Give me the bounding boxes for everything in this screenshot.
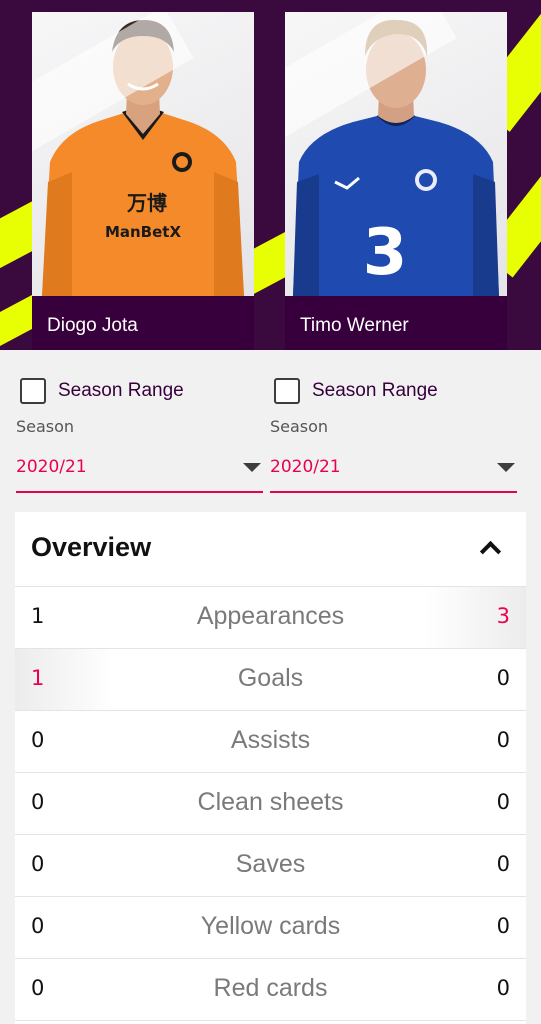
stat-label: Appearances xyxy=(196,602,345,630)
overview-title: Overview xyxy=(31,532,152,562)
season-filters: Season Range Season 2020/21 Season Range… xyxy=(0,375,541,495)
season-range-label: Season Range xyxy=(58,380,184,401)
stat-label: Clean sheets xyxy=(197,788,344,816)
overview-panel: Overview 1 Appearances 3 1 Goals 0 0 Ass… xyxy=(15,512,526,1024)
season-select[interactable]: 2020/21 xyxy=(16,455,263,493)
season-select-value: 2020/21 xyxy=(16,457,87,477)
player-card-right[interactable]: 3 Timo Werner xyxy=(285,12,507,350)
stat-right-value: 0 xyxy=(496,852,510,876)
player-photo: 万博 ManBetX xyxy=(32,12,254,296)
player-card-left[interactable]: 万博 ManBetX Diogo Jota xyxy=(32,12,254,350)
stat-right-value: 0 xyxy=(496,790,510,814)
sponsor-cn-text: 万博 xyxy=(126,191,167,215)
sponsor-text: 3 xyxy=(363,216,408,290)
season-range-checkbox[interactable] xyxy=(274,378,300,404)
chevron-down-icon xyxy=(243,463,261,472)
stat-row-goals: 1 Goals 0 xyxy=(15,649,526,711)
stat-row-appearances: 1 Appearances 3 xyxy=(15,587,526,649)
stat-row-clean-sheets: 0 Clean sheets 0 xyxy=(15,773,526,835)
chevron-up-icon[interactable] xyxy=(479,540,502,563)
player-compare-hero: 万博 ManBetX Diogo Jota 3 Timo Werner xyxy=(0,0,541,350)
player-photo: 3 xyxy=(285,12,507,296)
stat-right-value: 0 xyxy=(496,914,510,938)
stat-right-value: 0 xyxy=(496,728,510,752)
season-range-label: Season Range xyxy=(312,380,438,401)
stat-label: Saves xyxy=(235,850,306,878)
season-range-toggle[interactable]: Season Range xyxy=(270,375,517,407)
stat-row-red-cards: 0 Red cards 0 xyxy=(15,959,526,1021)
stat-label: Goals xyxy=(237,664,304,692)
player-name: Diogo Jota xyxy=(32,296,254,350)
filter-left: Season Range Season 2020/21 xyxy=(16,375,263,493)
stat-row-assists: 0 Assists 0 xyxy=(15,711,526,773)
season-label: Season xyxy=(16,417,75,436)
season-select-value: 2020/21 xyxy=(270,457,341,477)
stat-label: Yellow cards xyxy=(200,912,341,940)
stat-label: Assists xyxy=(230,726,311,754)
filter-right: Season Range Season 2020/21 xyxy=(270,375,517,493)
stat-right-value: 0 xyxy=(496,666,510,690)
overview-header[interactable]: Overview xyxy=(15,512,526,587)
season-range-checkbox[interactable] xyxy=(20,378,46,404)
season-select[interactable]: 2020/21 xyxy=(270,455,517,493)
chevron-down-icon xyxy=(497,463,515,472)
stat-row-saves: 0 Saves 0 xyxy=(15,835,526,897)
stat-row-yellow-cards: 0 Yellow cards 0 xyxy=(15,897,526,959)
stat-label: Red cards xyxy=(213,974,328,1002)
stat-right-value: 3 xyxy=(496,604,510,628)
season-range-toggle[interactable]: Season Range xyxy=(16,375,263,407)
season-label: Season xyxy=(270,417,329,436)
player-name: Timo Werner xyxy=(285,296,507,350)
sponsor-text: ManBetX xyxy=(105,223,182,241)
stat-right-value: 0 xyxy=(496,976,510,1000)
